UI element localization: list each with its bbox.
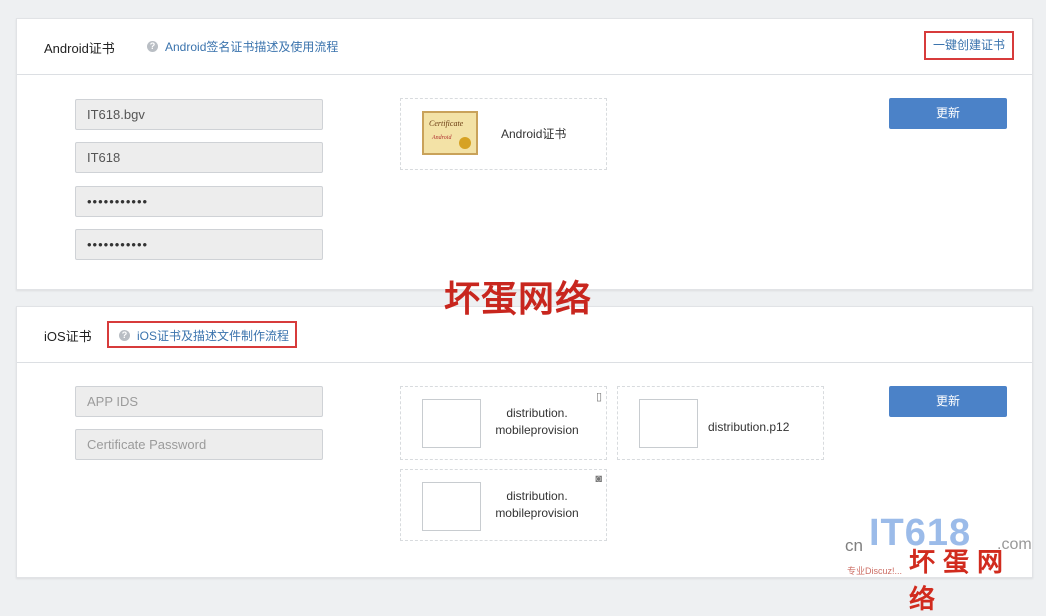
android-card-title: Android证书 — [44, 41, 115, 56]
provision-thumb — [422, 399, 481, 448]
android-keystore-field[interactable]: IT618.bgv — [75, 99, 323, 130]
site-watermark: IT618 cn .com 坏蛋网络 专业Discuz!... — [845, 512, 1040, 615]
android-certificate-tile[interactable]: Certificate Android Android证书 — [400, 98, 607, 170]
watermark-small-text: 专业Discuz!... — [847, 566, 903, 576]
provision-thumb — [422, 482, 481, 531]
android-certificate-card: Android证书 ? Android签名证书描述及使用流程 一键创建证书 IT… — [16, 18, 1033, 290]
phone-icon: ▯ — [595, 391, 602, 403]
ios-provision-tile-1[interactable]: distribution. mobileprovision ▯ — [400, 386, 607, 460]
android-update-button[interactable]: 更新 — [889, 98, 1007, 129]
ios-help-text: iOS证书及描述文件制作流程 — [137, 329, 290, 343]
certificate-password-field[interactable]: Certificate Password — [75, 429, 323, 460]
create-certificate-link[interactable]: 一键创建证书 — [924, 31, 1014, 60]
android-alias-password-field[interactable]: ••••••••••• — [75, 229, 323, 260]
question-icon: ? — [119, 330, 130, 341]
certificate-icon: Certificate Android — [422, 111, 478, 155]
android-certificate-label: Android证书 — [501, 127, 567, 141]
android-help-text: Android签名证书描述及使用流程 — [165, 40, 339, 54]
android-password-field[interactable]: ••••••••••• — [75, 186, 323, 217]
p12-label: distribution.p12 — [708, 420, 790, 434]
ios-help-link[interactable]: ? iOS证书及描述文件制作流程 — [119, 327, 289, 344]
ios-update-button[interactable]: 更新 — [889, 386, 1007, 417]
ios-provision-tile-2[interactable]: distribution. mobileprovision ◙ — [400, 469, 607, 541]
watermark-cn: cn — [845, 536, 863, 555]
device-icon: ◙ — [595, 473, 602, 485]
overlay-watermark-text: 坏蛋网络 — [444, 279, 593, 320]
android-card-header: Android证书 ? Android签名证书描述及使用流程 一键创建证书 — [17, 19, 1032, 75]
app-ids-field[interactable]: APP IDS — [75, 386, 323, 417]
provision-label-1: distribution. mobileprovision — [495, 406, 579, 437]
provision-label-2: distribution. mobileprovision — [495, 489, 579, 520]
android-help-link[interactable]: ? Android签名证书描述及使用流程 — [147, 38, 338, 55]
watermark-red-text: 坏蛋网络 — [909, 548, 1012, 615]
p12-thumb — [639, 399, 698, 448]
ios-card-title: iOS证书 — [44, 329, 92, 344]
android-alias-field[interactable]: IT618 — [75, 142, 323, 173]
ios-p12-tile[interactable]: distribution.p12 — [617, 386, 824, 460]
question-icon: ? — [147, 41, 158, 52]
